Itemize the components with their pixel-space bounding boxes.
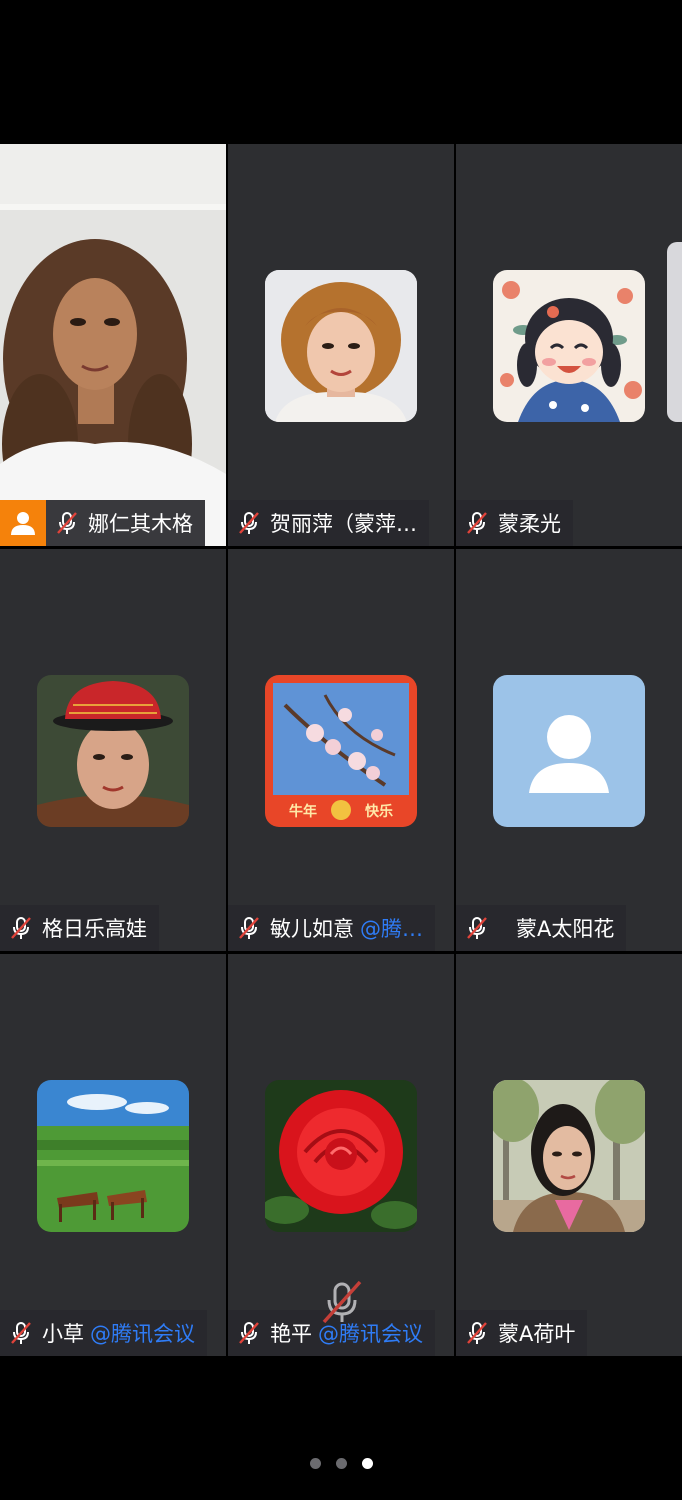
- side-drawer-handle[interactable]: [667, 242, 682, 422]
- participant-grid: 娜仁其木格 贺丽萍（蒙萍… 蒙柔光 格日乐高娃 牛年 快乐 敏儿如意 @腾… 蒙…: [0, 144, 682, 1356]
- participant-name-bar: 贺丽萍（蒙萍…: [228, 500, 429, 546]
- page-dot[interactable]: [335, 1458, 347, 1469]
- mic-muted-icon: [8, 1320, 34, 1346]
- participant-name-bar: 敏儿如意 @腾…: [228, 905, 435, 951]
- participant-name: 蒙A荷叶: [498, 1322, 576, 1346]
- participant-avatar: [265, 270, 417, 422]
- participant-name: 格日乐高娃: [42, 917, 147, 941]
- mic-muted-icon: [236, 1320, 262, 1346]
- participant-platform-tag: @腾讯会议: [90, 1322, 195, 1346]
- participant-tile[interactable]: 蒙A太阳花: [456, 549, 682, 951]
- participant-avatar: [37, 675, 189, 827]
- participant-tile[interactable]: 小草 @腾讯会议: [0, 954, 226, 1356]
- participant-avatar: [493, 1080, 645, 1232]
- page-dot-active[interactable]: [361, 1458, 373, 1469]
- participant-name-bar: 小草 @腾讯会议: [0, 1310, 207, 1356]
- page-indicator: [0, 1458, 682, 1474]
- page-dot[interactable]: [309, 1458, 321, 1469]
- participant-avatar: 牛年 快乐: [265, 675, 417, 827]
- participant-name-bar: 娜仁其木格: [0, 500, 205, 546]
- participant-avatar: [493, 675, 645, 827]
- participant-name: 敏儿如意: [270, 917, 354, 941]
- card-text-left: 牛年: [289, 804, 317, 820]
- participant-name: 贺丽萍（蒙萍…: [270, 512, 417, 536]
- participant-name-bar: 蒙A太阳花: [456, 905, 627, 951]
- participant-tile[interactable]: 贺丽萍（蒙萍…: [228, 144, 454, 546]
- participant-name-bar: 格日乐高娃: [0, 905, 159, 951]
- participant-name-bar: 蒙A荷叶: [456, 1310, 588, 1356]
- participant-avatar: [265, 1080, 417, 1232]
- participant-name-bar: 蒙柔光: [456, 500, 573, 546]
- mic-muted-icon: [464, 510, 490, 536]
- participant-tile[interactable]: 蒙A荷叶: [456, 954, 682, 1356]
- mic-muted-icon: [236, 915, 262, 941]
- participant-avatar: [37, 1080, 189, 1232]
- participant-name: 蒙柔光: [498, 512, 561, 536]
- participant-name: 小草: [42, 1322, 84, 1346]
- participant-avatar: [493, 270, 645, 422]
- participant-video: [0, 144, 226, 546]
- participant-tile[interactable]: 牛年 快乐 敏儿如意 @腾…: [228, 549, 454, 951]
- card-text-right: 快乐: [365, 804, 393, 820]
- participant-tile[interactable]: 蒙柔光: [456, 144, 682, 546]
- floating-mic-muted-icon[interactable]: [318, 1278, 366, 1326]
- host-icon: [0, 500, 46, 546]
- mic-muted-icon: [8, 915, 34, 941]
- meeting-screen: 娜仁其木格 贺丽萍（蒙萍… 蒙柔光 格日乐高娃 牛年 快乐 敏儿如意 @腾… 蒙…: [0, 0, 682, 1500]
- participant-name: 娜仁其木格: [88, 512, 193, 536]
- mic-muted-icon: [464, 915, 490, 941]
- participant-tile[interactable]: 娜仁其木格: [0, 144, 226, 546]
- participant-name: 艳平: [270, 1322, 312, 1346]
- participant-tile[interactable]: 格日乐高娃: [0, 549, 226, 951]
- mic-muted-icon: [236, 510, 262, 536]
- participant-platform-tag: @腾…: [360, 917, 423, 941]
- participant-name: 蒙A太阳花: [516, 917, 615, 941]
- mic-muted-icon: [54, 510, 80, 536]
- mic-muted-icon: [464, 1320, 490, 1346]
